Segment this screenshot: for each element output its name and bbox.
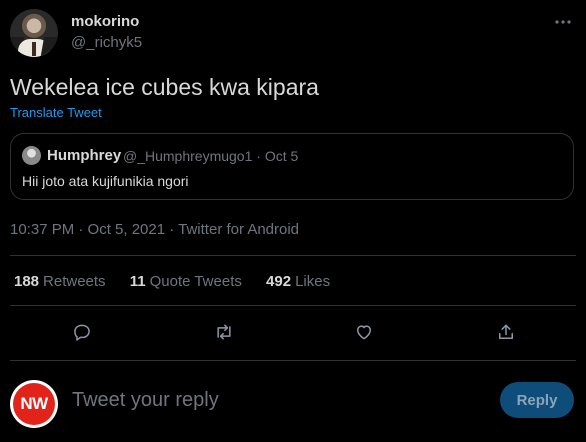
user-avatar-initials: NW <box>13 383 55 425</box>
tweet-timestamp[interactable]: 10:37 PM · Oct 5, 2021 · Twitter for And… <box>10 221 299 238</box>
tweet-text: Wekelea ice cubes kwa kipara <box>10 74 319 100</box>
likes-stat[interactable]: 492 Likes <box>266 273 330 290</box>
user-avatar[interactable]: NW <box>10 380 58 428</box>
translate-link[interactable]: Translate Tweet <box>10 105 102 120</box>
quoted-text: Hii joto ata kujifunikia ngori <box>22 173 189 189</box>
retweets-label: Retweets <box>43 273 106 290</box>
likes-label: Likes <box>295 273 331 290</box>
quoted-avatar <box>22 146 41 165</box>
reply-button[interactable]: Reply <box>500 382 574 418</box>
retweets-count: 188 <box>14 273 40 290</box>
author-display-name[interactable]: mokorino <box>71 13 139 30</box>
quoted-display-name: Humphrey <box>47 147 122 164</box>
retweet-icon[interactable] <box>212 320 236 344</box>
share-icon[interactable] <box>494 320 518 344</box>
retweets-stat[interactable]: 188 Retweets <box>14 273 106 290</box>
author-avatar[interactable] <box>10 9 58 57</box>
likes-count: 492 <box>266 273 292 290</box>
author-handle[interactable]: @_richyk5 <box>71 34 142 51</box>
divider <box>10 305 576 306</box>
quoted-tweet[interactable] <box>10 133 574 200</box>
tweet-stats: 188 Retweets 11 Quote Tweets 492 Likes <box>14 273 350 290</box>
reply-input[interactable]: Tweet your reply <box>72 389 219 412</box>
divider <box>10 255 576 256</box>
quote-tweets-stat[interactable]: 11 Quote Tweets <box>130 273 242 290</box>
quotes-count: 11 <box>129 273 146 290</box>
quotes-label: Quote Tweets <box>149 273 242 290</box>
reply-icon[interactable] <box>70 320 94 344</box>
like-icon[interactable] <box>352 320 376 344</box>
divider <box>10 360 576 361</box>
quoted-meta: @_Humphreymugo1 · Oct 5 <box>123 148 299 164</box>
more-icon[interactable] <box>554 12 572 30</box>
